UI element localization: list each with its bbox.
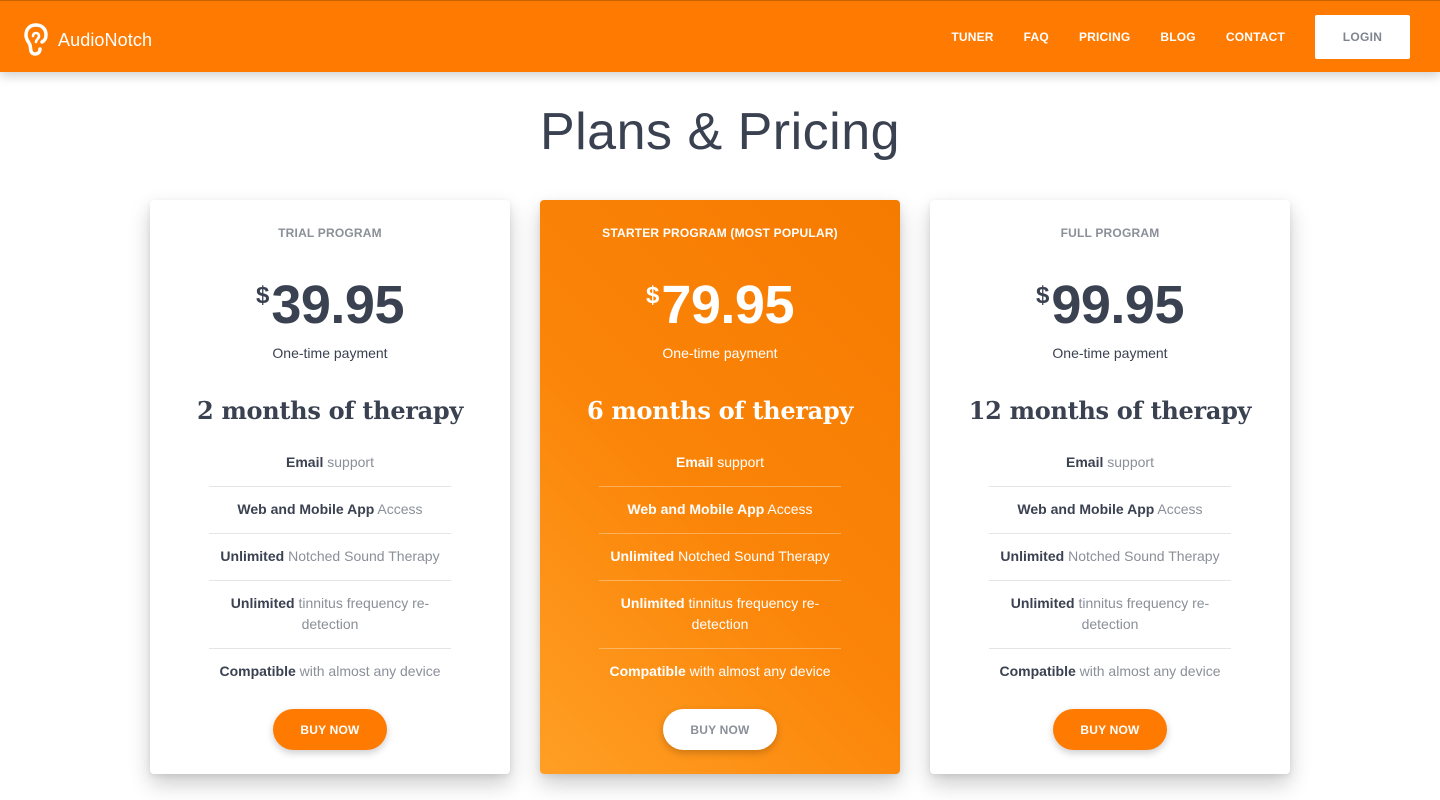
feature-highlight: Compatible xyxy=(219,663,296,679)
top-nav-bar: AudioNotch TUNER FAQ PRICING BLOG CONTAC… xyxy=(0,0,1440,72)
feature-text: Notched Sound Therapy xyxy=(1064,548,1220,564)
feature-highlight: Web and Mobile App xyxy=(627,501,765,517)
feature-text: Access xyxy=(1154,501,1203,517)
feature-item: Email support xyxy=(989,440,1231,487)
plan-price: $ 39.95 xyxy=(150,276,510,334)
plan-name: FULL PROGRAM xyxy=(1060,226,1160,240)
brand-name: AudioNotch xyxy=(58,29,153,50)
buy-now-button[interactable]: BUY NOW xyxy=(273,709,387,750)
feature-item: Unlimited Notched Sound Therapy xyxy=(209,534,451,581)
feature-highlight: Unlimited xyxy=(620,595,685,611)
feature-item: Unlimited tinnitus frequency re-detectio… xyxy=(209,581,451,649)
login-button[interactable]: LOGIN xyxy=(1315,15,1410,59)
feature-item: Email support xyxy=(599,440,841,487)
feature-item: Compatible with almost any device xyxy=(209,649,451,695)
feature-item: Unlimited Notched Sound Therapy xyxy=(989,534,1231,581)
buy-now-button[interactable]: BUY NOW xyxy=(1053,709,1167,750)
plan-name: TRIAL PROGRAM xyxy=(278,226,382,240)
feature-item: Web and Mobile App Access xyxy=(599,487,841,534)
feature-text: Notched Sound Therapy xyxy=(674,548,830,564)
feature-text: with almost any device xyxy=(295,663,441,679)
therapy-duration: 6 months of therapy xyxy=(586,396,854,425)
feature-text: tinnitus frequency re-detection xyxy=(294,595,430,632)
feature-text: with almost any device xyxy=(685,663,831,679)
feature-highlight: Email xyxy=(676,454,714,470)
plan-price: $ 99.95 xyxy=(930,276,1290,334)
feature-text: Access xyxy=(764,501,813,517)
nav-link-contact[interactable]: CONTACT xyxy=(1226,30,1285,44)
feature-highlight: Email xyxy=(286,454,324,470)
feature-item: Web and Mobile App Access xyxy=(989,487,1231,534)
feature-text: tinnitus frequency re-detection xyxy=(1074,595,1210,632)
brand-home-link[interactable]: AudioNotch xyxy=(24,23,153,56)
feature-text: with almost any device xyxy=(1075,663,1221,679)
payment-type: One-time payment xyxy=(662,345,778,361)
feature-item: Compatible with almost any device xyxy=(989,649,1231,695)
feature-item: Compatible with almost any device xyxy=(599,649,841,695)
payment-type: One-time payment xyxy=(272,345,388,361)
pricing-card-trial: TRIAL PROGRAM $ 39.95 One-time payment 2… xyxy=(150,200,510,774)
feature-item: Email support xyxy=(209,440,451,487)
feature-highlight: Unlimited xyxy=(610,548,675,564)
pricing-card-full: FULL PROGRAM $ 99.95 One-time payment 12… xyxy=(930,200,1290,774)
feature-text: support xyxy=(1103,454,1154,470)
feature-highlight: Compatible xyxy=(609,663,686,679)
nav-link-pricing[interactable]: PRICING xyxy=(1079,30,1130,44)
page-title: Plans & Pricing xyxy=(539,103,901,161)
price-amount: 79.95 xyxy=(661,275,794,335)
feature-highlight: Unlimited xyxy=(1000,548,1065,564)
feature-text: Access xyxy=(374,501,423,517)
feature-highlight: Unlimited xyxy=(230,595,295,611)
feature-item: Unlimited tinnitus frequency re-detectio… xyxy=(599,581,841,649)
plan-price: $ 79.95 xyxy=(540,276,900,334)
feature-highlight: Unlimited xyxy=(1010,595,1075,611)
feature-item: Unlimited tinnitus frequency re-detectio… xyxy=(989,581,1231,649)
therapy-duration: 2 months of therapy xyxy=(196,396,464,425)
payment-type: One-time payment xyxy=(1052,345,1168,361)
feature-text: Notched Sound Therapy xyxy=(284,548,440,564)
feature-highlight: Email xyxy=(1066,454,1104,470)
feature-highlight: Web and Mobile App xyxy=(237,501,375,517)
feature-highlight: Web and Mobile App xyxy=(1017,501,1155,517)
feature-item: Unlimited Notched Sound Therapy xyxy=(599,534,841,581)
main-nav: TUNER FAQ PRICING BLOG CONTACT LOGIN xyxy=(951,15,1410,59)
feature-list: Email support Web and Mobile App Access … xyxy=(599,440,841,695)
nav-link-tuner[interactable]: TUNER xyxy=(951,30,993,44)
feature-list: Email support Web and Mobile App Access … xyxy=(209,440,451,695)
ear-icon xyxy=(24,23,48,56)
currency-symbol: $ xyxy=(646,282,660,309)
price-amount: 39.95 xyxy=(271,275,404,335)
feature-text: support xyxy=(713,454,764,470)
currency-symbol: $ xyxy=(256,282,270,309)
feature-highlight: Unlimited xyxy=(220,548,285,564)
price-amount: 99.95 xyxy=(1051,275,1184,335)
feature-text: tinnitus frequency re-detection xyxy=(684,595,820,632)
pricing-card-starter: STARTER PROGRAM (MOST POPULAR) $ 79.95 O… xyxy=(540,200,900,774)
currency-symbol: $ xyxy=(1036,282,1050,309)
nav-link-blog[interactable]: BLOG xyxy=(1160,30,1195,44)
therapy-duration: 12 months of therapy xyxy=(968,396,1252,425)
feature-highlight: Compatible xyxy=(999,663,1076,679)
buy-now-button[interactable]: BUY NOW xyxy=(663,709,777,750)
nav-link-faq[interactable]: FAQ xyxy=(1024,30,1049,44)
plan-name: STARTER PROGRAM (MOST POPULAR) xyxy=(602,226,838,240)
feature-text: support xyxy=(323,454,374,470)
feature-list: Email support Web and Mobile App Access … xyxy=(989,440,1231,695)
feature-item: Web and Mobile App Access xyxy=(209,487,451,534)
